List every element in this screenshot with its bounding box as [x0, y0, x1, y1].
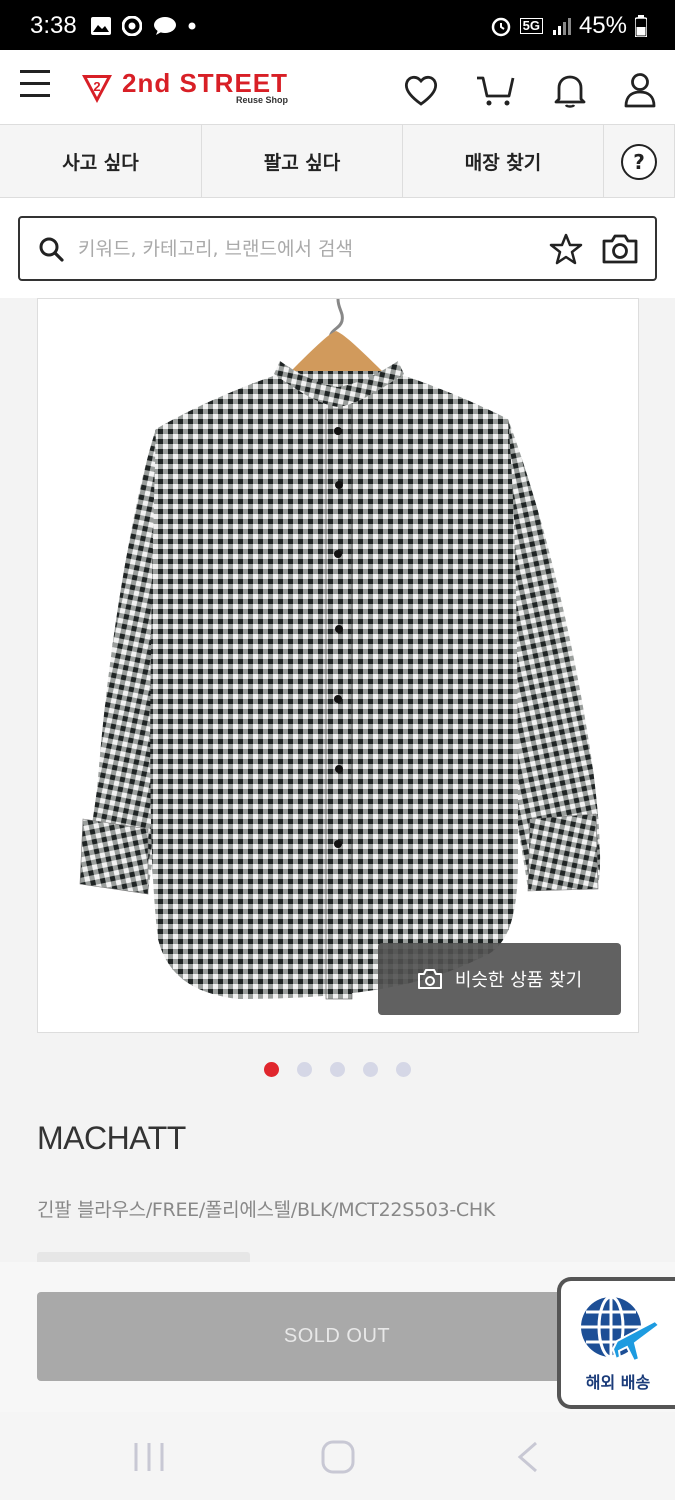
logo-subtext: Reuse Shop — [236, 94, 289, 105]
home-icon[interactable] — [320, 1440, 356, 1474]
cart-icon[interactable] — [475, 72, 517, 108]
gallery-icon — [91, 17, 111, 35]
app-header: 2 2nd STREET Reuse Shop — [0, 50, 675, 125]
menu-icon[interactable] — [20, 70, 52, 104]
globe-plane-icon — [581, 1295, 659, 1363]
gallery-dot[interactable] — [330, 1062, 345, 1077]
svg-text:2: 2 — [93, 79, 100, 94]
logo[interactable]: 2 2nd STREET Reuse Shop — [80, 68, 288, 108]
gallery-dot[interactable] — [396, 1062, 411, 1077]
find-similar-button[interactable]: 비슷한 상품 찾기 — [378, 943, 621, 1015]
status-time: 3:38 — [30, 12, 77, 39]
find-similar-label: 비슷한 상품 찾기 — [454, 970, 583, 991]
signal-icon — [552, 18, 571, 35]
gallery-dot[interactable] — [264, 1062, 279, 1077]
overseas-shipping-label: 해외 배송 — [585, 1373, 651, 1392]
battery-icon — [635, 15, 647, 37]
logo-mark-icon: 2 — [82, 75, 112, 103]
product-image[interactable] — [37, 298, 639, 1033]
help-icon: ? — [621, 143, 657, 180]
alarm-icon — [491, 17, 510, 37]
header-actions — [403, 72, 657, 108]
status-notification-icons — [90, 16, 196, 36]
gingham-shirt-image — [79, 299, 601, 1000]
heart-icon[interactable] — [403, 74, 439, 106]
back-icon[interactable] — [514, 1440, 540, 1474]
star-icon[interactable] — [549, 232, 583, 266]
camera-icon[interactable] — [601, 232, 639, 266]
bell-icon[interactable] — [553, 72, 587, 108]
tab-find-store[interactable]: 매장 찾기 — [403, 125, 604, 198]
message-icon — [154, 17, 176, 35]
product-description: 긴팔 블라우스/FREE/폴리에스텔/BLK/MCT22S503-CHK — [37, 1199, 495, 1221]
gallery-dot[interactable] — [363, 1062, 378, 1077]
status-right: 5G 45% — [490, 12, 647, 40]
main-tabs: 사고 싶다 팔고 싶다 매장 찾기 ? — [0, 125, 675, 198]
search-input[interactable] — [78, 228, 538, 270]
battery-percent: 45% — [578, 12, 627, 39]
help-button[interactable]: ? — [604, 125, 675, 198]
gallery-dot[interactable] — [297, 1062, 312, 1077]
status-bar: 3:38 5G 45% — [0, 0, 675, 50]
chrome-icon — [122, 16, 142, 36]
camera-icon — [417, 969, 442, 989]
tab-sell[interactable]: 팔고 싶다 — [202, 125, 403, 198]
recent-apps-icon[interactable] — [132, 1440, 166, 1474]
overseas-shipping-button[interactable]: 해외 배송 — [557, 1277, 675, 1409]
logo-text: 2nd STREET — [122, 67, 289, 98]
tab-buy[interactable]: 사고 싶다 — [0, 125, 202, 198]
product-brand: MACHATT — [37, 1120, 186, 1156]
sold-out-button[interactable]: SOLD OUT — [37, 1292, 637, 1381]
user-icon[interactable] — [623, 72, 657, 108]
gallery-pagination — [0, 1062, 675, 1077]
search-icon[interactable] — [38, 236, 64, 262]
search-area — [0, 198, 675, 298]
network-type: 5G — [519, 18, 543, 34]
system-nav-bar — [0, 1412, 675, 1500]
search-box — [18, 216, 657, 281]
dot-icon — [188, 22, 196, 30]
